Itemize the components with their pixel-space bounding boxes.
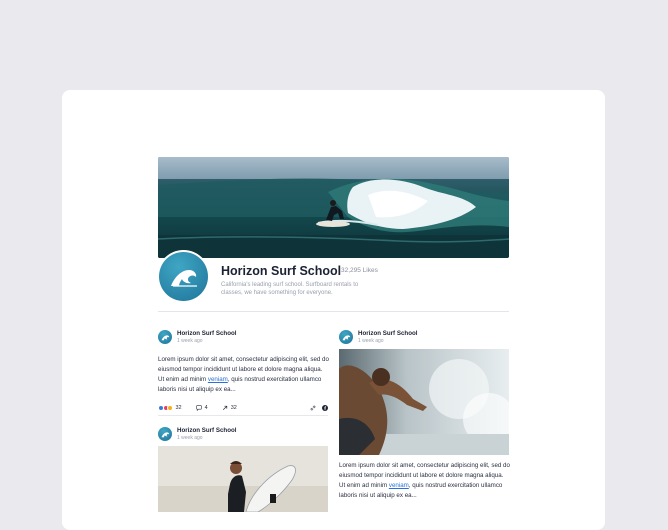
post-author[interactable]: Horizon Surf School xyxy=(358,330,417,338)
post-time: 1 week ago xyxy=(358,338,384,344)
comments-count[interactable]: 4 xyxy=(195,405,208,411)
post-link[interactable]: veniam xyxy=(389,482,409,489)
post-header: Horizon Surf School 1 week ago xyxy=(339,330,417,345)
page-card xyxy=(62,90,605,530)
post-avatar[interactable] xyxy=(158,330,172,344)
post-author[interactable]: Horizon Surf School xyxy=(177,330,236,338)
post-image[interactable] xyxy=(339,349,509,455)
page-title[interactable]: Horizon Surf School xyxy=(221,264,341,278)
post-text: Lorem ipsum dolor sit amet, consectetur … xyxy=(339,461,511,501)
post-link[interactable]: veniam xyxy=(208,376,228,383)
header-divider xyxy=(158,311,509,312)
haha-reaction-icon xyxy=(167,405,173,411)
reactions-count[interactable]: 32 xyxy=(176,405,182,411)
post-time: 1 week ago xyxy=(177,338,203,344)
wave-logo-icon xyxy=(170,269,197,287)
post-time: 1 week ago xyxy=(177,435,203,441)
share-actions xyxy=(310,405,328,411)
wave-logo-icon xyxy=(342,334,350,340)
link-icon[interactable] xyxy=(310,405,316,411)
wave-logo-icon xyxy=(161,431,169,437)
cover-photo xyxy=(158,157,509,258)
post-divider xyxy=(158,415,328,416)
post-header: Horizon Surf School 1 week ago xyxy=(158,427,236,442)
page-likes-count: 32,295 Likes xyxy=(341,267,378,274)
post-avatar[interactable] xyxy=(158,427,172,441)
shares-count-value: 32 xyxy=(230,405,237,411)
post-image[interactable] xyxy=(158,446,328,512)
comments-count-value: 4 xyxy=(204,405,208,411)
facebook-icon[interactable] xyxy=(322,405,328,411)
post-text: Lorem ipsum dolor sit amet, consectetur … xyxy=(158,355,330,395)
shares-count[interactable]: 32 xyxy=(222,405,237,411)
share-icon xyxy=(222,405,227,411)
post-author[interactable]: Horizon Surf School xyxy=(177,427,236,435)
wave-logo-icon xyxy=(161,334,169,340)
reaction-icons xyxy=(158,405,173,411)
post-avatar[interactable] xyxy=(339,330,353,344)
post-reactions-bar: 32 4 32 xyxy=(158,403,328,413)
page-description: California's leading surf school. Surfbo… xyxy=(221,282,359,296)
page-avatar[interactable] xyxy=(157,250,210,303)
comment-icon xyxy=(195,405,202,411)
reactions-count-value: 32 xyxy=(175,405,182,411)
post-header: Horizon Surf School 1 week ago xyxy=(158,330,236,345)
